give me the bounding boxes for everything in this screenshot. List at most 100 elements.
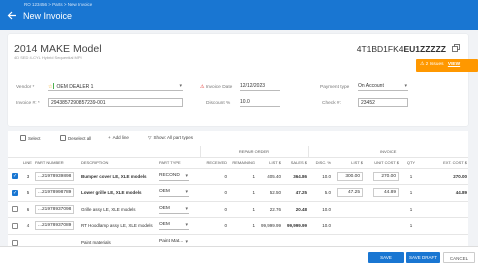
vin-suffix: EU1ZZZZZ [403,44,447,54]
cell-description: RT Hoodlamp assy LE, XLE models [80,217,158,234]
cell-remaining: 1 [228,200,256,218]
deselect-icon [60,135,66,141]
invoice-list-input[interactable]: 47.25 [337,188,363,198]
table-row[interactable]: 6 ...21978937098 Grille assy LE, XLE model… [8,200,468,218]
col-line: LINE [22,156,34,168]
col-disc: DISC. % [308,156,332,168]
cell-disc: 5.0 [308,184,332,201]
chevron-down-icon: ▾ [404,83,407,89]
add-line-button[interactable]: + Add line [108,135,129,140]
invoice-number-input[interactable]: 2943857290857239-001 [48,98,183,107]
vehicle-model: 2014 MAKE Model [14,43,102,55]
col-unit-cost: UNIT COST $ [364,156,400,168]
vendor-select[interactable]: ☆ OEM DEALER 1 ▾ [48,82,183,91]
cell-remaining: 1 [228,184,256,201]
cell-disc: 10.0 [308,200,332,218]
cell-sales: 99,999.99 [282,217,308,234]
back-arrow-icon[interactable] [7,11,17,20]
col-description: DESCRIPTION [80,156,158,168]
view-issues-link[interactable]: VIEW [448,62,460,67]
cancel-button[interactable]: CANCEL [443,252,475,263]
cell-remaining: 1 [228,217,256,234]
col-list2: LIST $ [332,156,364,168]
invoice-number-label: Invoice #: * [16,101,40,106]
cell-sales: 47.25 [282,184,308,201]
deselect-all-button[interactable]: Deselect all [60,135,91,141]
invoice-header-card: 2014 MAKE Model 4D SED 4-CYL Hybrid Sequ… [8,34,468,126]
copy-icon[interactable] [452,44,460,52]
table-row[interactable]: ✓ 5 ...21978998789 Lower grille LE, XLE mod… [8,184,468,201]
save-button[interactable]: SAVE [368,252,404,263]
row-checkbox[interactable] [12,206,18,213]
chevron-down-icon: ▾ [185,189,188,196]
cell-line: 4 [22,217,34,234]
invoice-date-input[interactable]: 12/12/2023 [240,82,280,91]
cell-list: 99,999.99 [256,217,282,234]
cell-description: Lower grille LE, XLE models [80,184,158,201]
cell-ext-cost: 270.00 [422,167,468,185]
col-remaining: REMAINING [228,156,256,168]
issues-banner: ⚠ 2 Issues VIEW [416,59,478,72]
table-row[interactable]: ✓ 3 ...21978939898 Bumper cover LE, XLE mod… [8,167,468,185]
app-header: RO 123456 > Parts > New Invoice New Invo… [0,0,478,30]
unit-cost-input[interactable]: 270.00 [373,171,399,181]
cell-received: 0 [200,167,228,185]
cell-received: 0 [200,217,228,234]
chevron-down-icon: ▾ [185,222,188,229]
part-type-select[interactable]: RECOND ▾ [159,172,189,181]
cell-line: 5 [22,184,34,201]
chevron-down-icon: ▾ [185,205,188,212]
unit-cost-input[interactable]: 44.89 [373,188,399,198]
group-invoice: INVOICE [307,146,468,157]
table-row[interactable]: 4 ...21978937089 RT Hoodlamp assy LE, XLE … [8,217,468,234]
col-qty: QTY [400,156,422,168]
discount-input[interactable]: 10.0 [240,98,280,107]
col-list: LIST $ [256,156,282,168]
row-checkbox[interactable] [12,239,18,246]
cell-disc: 10.0 [308,217,332,234]
part-type-select[interactable]: OEM ▾ [159,221,189,231]
invoice-list-input[interactable]: 300.00 [337,171,363,181]
cell-sales: 364.86 [282,167,308,185]
cell-qty: 1 [400,167,422,185]
check-number-input[interactable]: 23452 [358,98,408,107]
cell-list: 22.76 [256,200,282,218]
chevron-down-icon: ▾ [179,83,182,89]
cell-ext-cost [422,217,468,234]
payment-type-select[interactable]: On Account ▾ [358,82,408,91]
part-type-select[interactable]: OEM ▾ [159,188,189,198]
cell-disc: 10.0 [308,167,332,185]
show-filter-button[interactable]: ▽ Show: All part types [148,135,193,141]
row-checkbox[interactable]: ✓ [12,173,18,180]
save-draft-button[interactable]: SAVE DRAFT [406,252,440,263]
cell-line: 6 [22,200,34,218]
part-number-input[interactable]: ...21978937089 [35,221,75,231]
cell-qty: 1 [400,184,422,201]
select-icon [20,135,26,141]
select-button[interactable]: Select [20,135,41,141]
issues-count: 2 Issues [425,62,444,67]
invoice-date-label: ⚠ Invoice Date [200,85,233,90]
plus-icon: + [108,135,111,140]
part-type-select[interactable]: OEM ▾ [159,205,189,214]
part-number-input[interactable]: ...21978937098 [35,204,75,214]
vendor-status-indicator [53,83,55,89]
group-repair-order: REPAIR ORDER [199,146,308,157]
footer-bar: SAVE SAVE DRAFT CANCEL [0,246,478,266]
page-title: New Invoice [23,11,73,21]
breadcrumb[interactable]: RO 123456 > Parts > New Invoice [24,2,92,7]
invoice-lines-table: REPAIR ORDER INVOICE LINE PART NUMBER DE… [8,146,468,251]
cell-ext-cost: 44.89 [422,184,468,201]
vendor-label: Vendor * [16,85,35,90]
part-number-input[interactable]: ...21978939898 [35,171,75,181]
col-sales: SALES $ [282,156,308,168]
row-checkbox[interactable] [12,222,18,229]
cell-received: 0 [200,200,228,218]
cell-sales: 20.48 [282,200,308,218]
row-checkbox[interactable]: ✓ [12,189,18,196]
vehicle-submodel: 4D SED 4-CYL Hybrid Sequential MPI [14,55,82,60]
col-part-type: PART TYPE [158,156,200,168]
part-number-input[interactable]: ...21978998789 [35,188,75,198]
chevron-down-icon: ▾ [185,172,188,179]
star-icon: ☆ [48,84,53,90]
